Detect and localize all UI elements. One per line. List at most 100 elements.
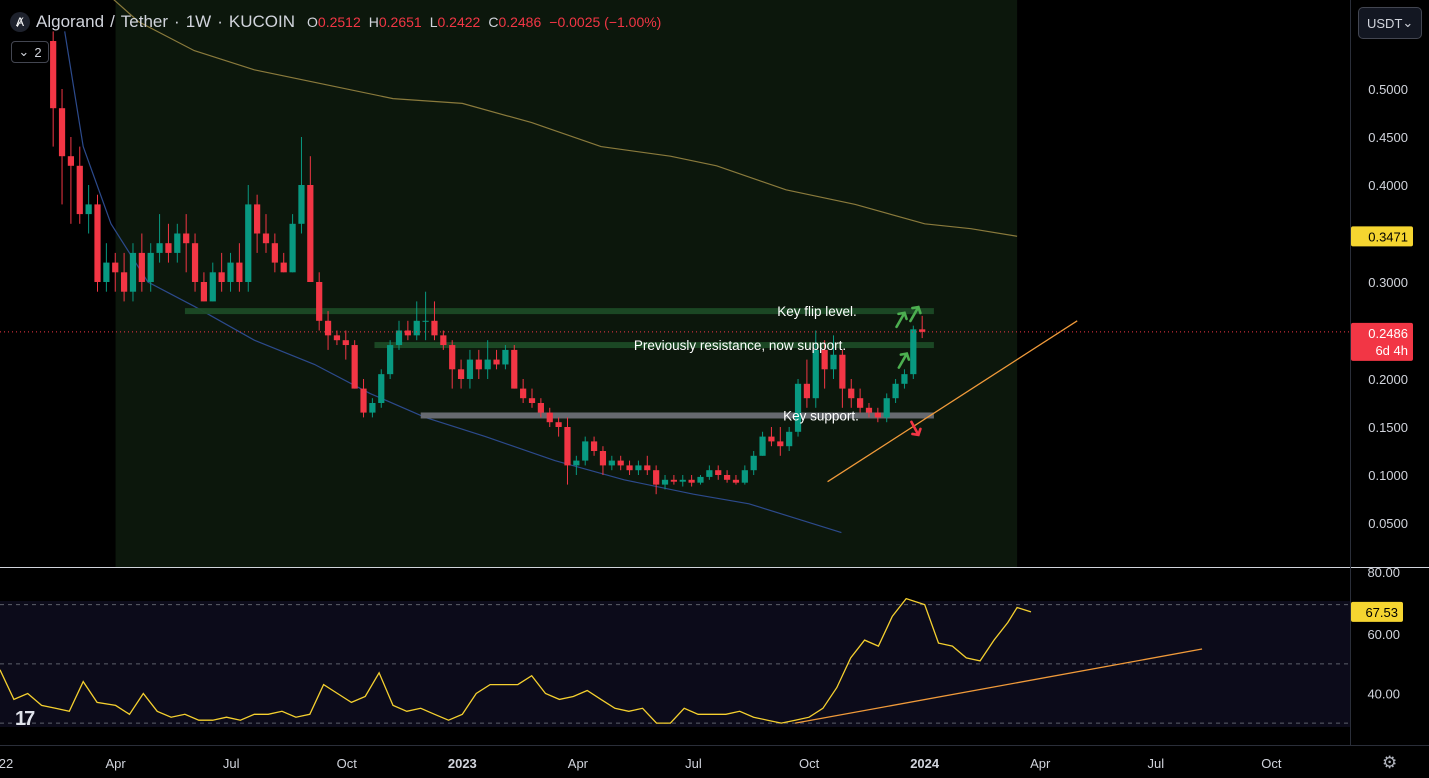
time-tick-label: Jul: [1148, 756, 1165, 771]
settings-gear-icon[interactable]: ⚙: [1382, 753, 1397, 773]
low-value: 0.2422: [437, 14, 481, 30]
candle-body: [85, 204, 92, 215]
rsi-value-text: 67.53: [1365, 605, 1398, 620]
price-tick-label: 0.0500: [1368, 516, 1408, 531]
rsi-tick-label: 80.00: [1367, 565, 1400, 580]
candle-body: [395, 330, 403, 346]
candle-body: [573, 460, 580, 466]
candle-body: [200, 282, 208, 302]
time-tick-label: 2023: [448, 756, 477, 771]
rsi-pane[interactable]: [0, 597, 1350, 727]
candle-body: [706, 470, 713, 477]
candle-body: [590, 441, 598, 451]
tradingview-logo-icon[interactable]: 17: [15, 708, 35, 731]
zone-label: Key support.: [783, 408, 859, 423]
algorand-logo-icon: Ⱥ: [10, 12, 30, 32]
candle-body: [732, 479, 740, 483]
candle-body: [466, 359, 474, 379]
candle-body: [209, 272, 216, 302]
candle-body: [653, 470, 660, 485]
time-tick-label: Jul: [223, 756, 240, 771]
candle-body: [129, 252, 137, 292]
candle-body: [635, 465, 642, 471]
indicators-toggle-button[interactable]: ⌄ 2: [11, 41, 49, 63]
candle-body: [670, 479, 677, 482]
candle-body: [484, 359, 491, 370]
candle-body: [58, 108, 66, 157]
candle-body: [94, 204, 101, 282]
candle-body: [165, 243, 172, 253]
trading-chart[interactable]: Key flip level. Previously resistance, no…: [0, 0, 1429, 778]
candle-body: [910, 329, 917, 375]
time-tick-label: Oct: [1261, 756, 1282, 771]
candle-body: [617, 460, 624, 466]
rsi-tick-label: 60.00: [1367, 627, 1400, 642]
time-tick-label: Oct: [799, 756, 820, 771]
high-value: 0.2651: [378, 14, 422, 30]
candle-body: [387, 345, 394, 375]
candle-body: [156, 243, 163, 253]
countdown-text: 6d 4h: [1375, 343, 1408, 358]
zone-label: Previously resistance, now support.: [634, 338, 846, 353]
rsi-tick-label: 40.00: [1367, 687, 1400, 702]
candle-body: [50, 41, 57, 109]
symbol-base: Algorand: [36, 12, 105, 31]
candle-body: [830, 354, 837, 370]
candle-body: [848, 388, 855, 399]
price-tick-label: 0.5000: [1368, 82, 1408, 97]
candle-body: [67, 156, 75, 166]
candle-body: [342, 340, 349, 346]
chevron-down-icon: ⌄: [18, 44, 30, 59]
candle-body: [803, 383, 811, 399]
highlight-region: [115, 0, 1018, 567]
price-tick-label: 0.2000: [1368, 372, 1408, 387]
time-tick-label: 22: [0, 756, 13, 771]
candle-body: [901, 374, 908, 384]
candle-body: [626, 465, 633, 471]
candle-body: [865, 407, 873, 413]
candle-body: [227, 262, 234, 282]
ohlc-values: O0.2512 H0.2651 L0.2422 C0.2486 −0.0025 …: [307, 14, 662, 30]
change-value: −0.0025 (−1.00%): [549, 14, 662, 30]
candle-body: [174, 233, 181, 253]
interval: 1W: [185, 12, 212, 31]
candle-body: [138, 252, 145, 282]
candle-body: [528, 398, 536, 403]
candle-body: [271, 243, 278, 263]
candle-body: [183, 233, 190, 244]
candle-body: [333, 335, 341, 341]
candle-body: [121, 272, 128, 292]
candle-body: [723, 475, 731, 480]
candle-body: [874, 412, 881, 418]
ma-price-badge-text: 0.3471: [1368, 229, 1408, 244]
candle-body: [307, 185, 314, 282]
candle-body: [440, 335, 447, 346]
candle-body: [857, 398, 864, 408]
open-value: 0.2512: [317, 14, 361, 30]
candle-body: [520, 388, 527, 399]
currency-selector[interactable]: USDT ⌄: [1358, 7, 1422, 39]
time-tick-label: 2024: [910, 756, 940, 771]
candle-body: [750, 455, 757, 471]
last-price-text: 0.2486: [1368, 326, 1408, 341]
candle-body: [688, 479, 695, 483]
time-tick-label: Oct: [337, 756, 358, 771]
candle-body: [218, 272, 225, 282]
candle-body: [254, 204, 261, 234]
candle-body: [777, 441, 784, 447]
candle-body: [351, 345, 358, 389]
candle-body: [191, 243, 199, 282]
candle-body: [644, 465, 651, 471]
candle-body: [262, 233, 270, 244]
price-tick-label: 0.1000: [1368, 468, 1408, 483]
close-value: 0.2486: [498, 14, 542, 30]
candle-body: [786, 431, 793, 447]
symbol-header[interactable]: Ⱥ Algorand / Tether · 1W · KUCOIN O0.251…: [10, 10, 661, 34]
candle-body: [280, 262, 287, 273]
candle-body: [812, 349, 819, 399]
candle-body: [103, 262, 110, 282]
price-tick-label: 0.3000: [1368, 275, 1408, 290]
candle-body: [759, 436, 766, 456]
time-tick-label: Jul: [685, 756, 702, 771]
candle-body: [661, 479, 669, 485]
